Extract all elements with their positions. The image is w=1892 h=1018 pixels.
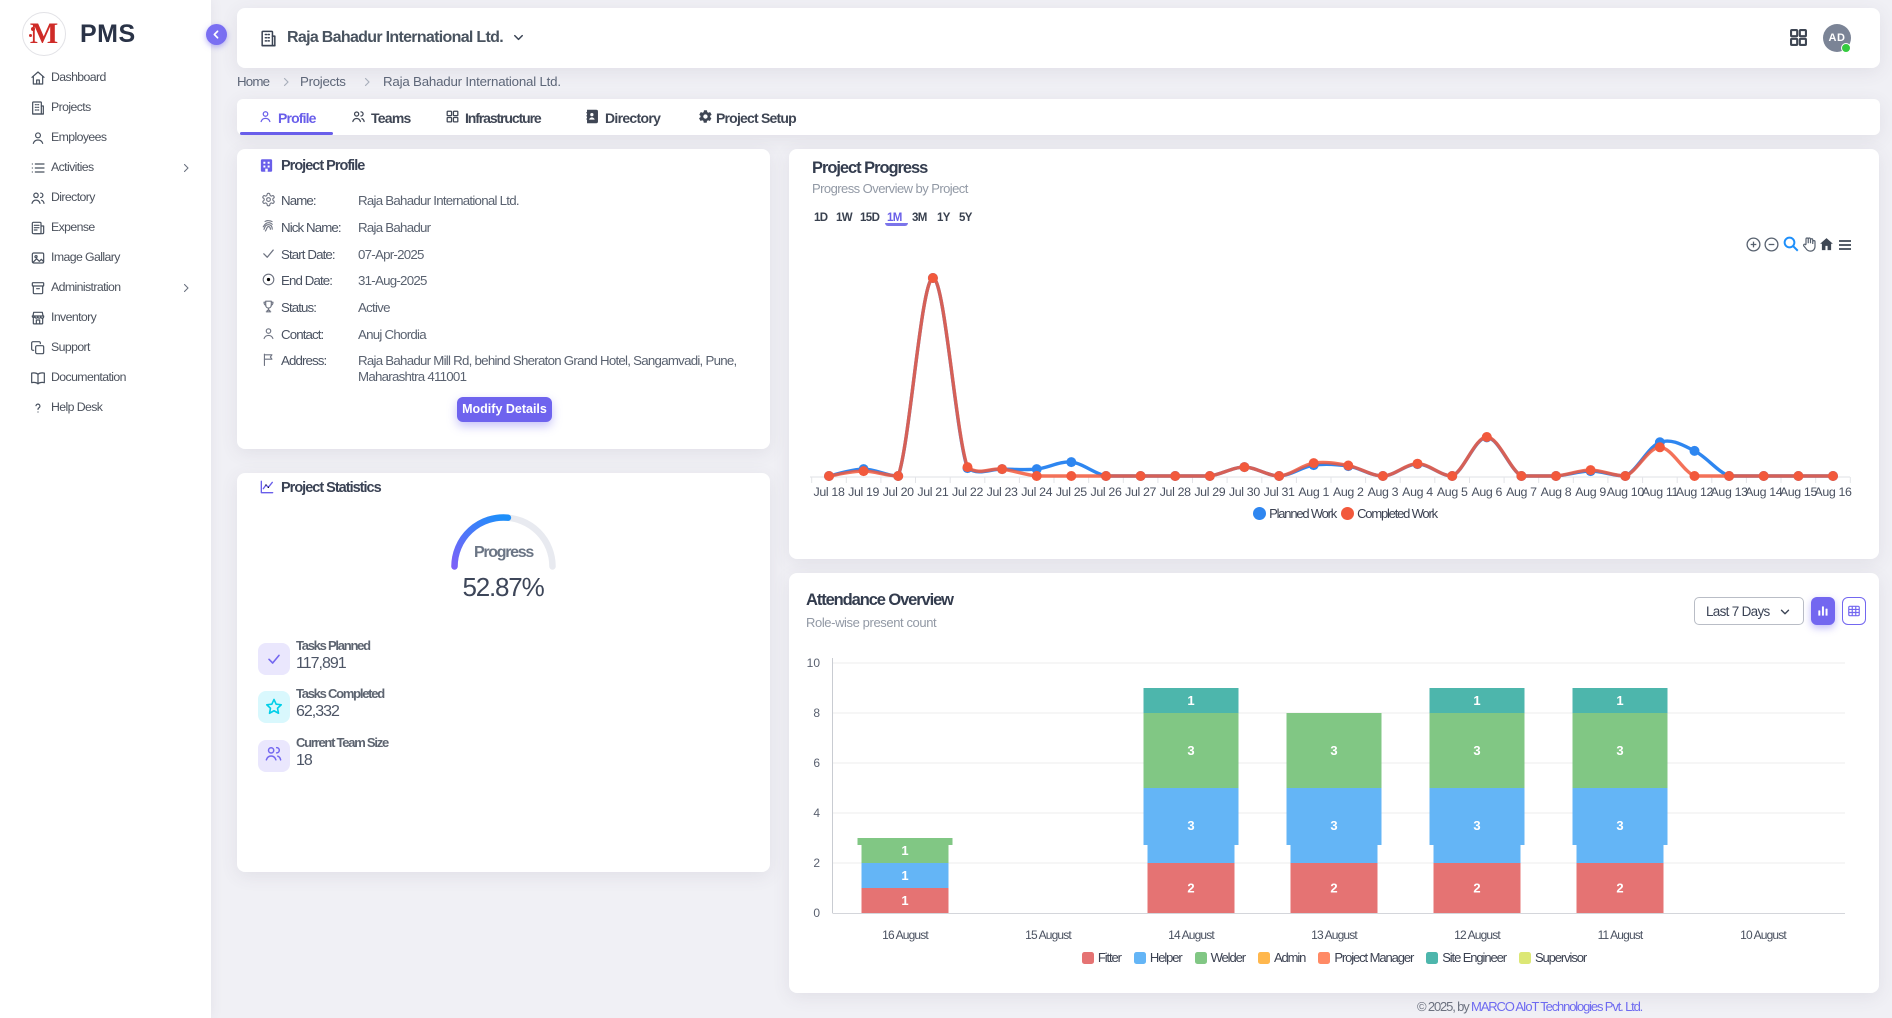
svg-text:3: 3 (1330, 818, 1337, 833)
svg-text:1: 1 (1187, 693, 1194, 708)
svg-text:2: 2 (1473, 881, 1480, 896)
svg-text:15 August: 15 August (1025, 928, 1072, 942)
svg-text:1: 1 (901, 893, 908, 908)
svg-text:2: 2 (1616, 881, 1623, 896)
svg-text:6: 6 (813, 756, 820, 770)
svg-text:3: 3 (1616, 743, 1623, 758)
svg-text:3: 3 (1330, 743, 1337, 758)
svg-text:14 August: 14 August (1168, 928, 1215, 942)
svg-text:0: 0 (813, 906, 820, 920)
svg-text:3: 3 (1473, 818, 1480, 833)
svg-text:10 August: 10 August (1740, 928, 1787, 942)
svg-text:11 August: 11 August (1598, 928, 1644, 942)
svg-text:3: 3 (1187, 818, 1194, 833)
svg-text:3: 3 (1616, 818, 1623, 833)
svg-text:3: 3 (1473, 743, 1480, 758)
svg-text:10: 10 (807, 656, 821, 670)
svg-text:12 August: 12 August (1454, 928, 1501, 942)
svg-text:3: 3 (1187, 743, 1194, 758)
svg-text:13 August: 13 August (1311, 928, 1358, 942)
svg-text:16 August: 16 August (882, 928, 929, 942)
svg-text:1: 1 (1616, 693, 1623, 708)
svg-text:2: 2 (813, 856, 820, 870)
svg-text:1: 1 (901, 843, 908, 858)
svg-text:1: 1 (1473, 693, 1480, 708)
svg-text:2: 2 (1187, 881, 1194, 896)
svg-text:1: 1 (901, 868, 908, 883)
svg-text:4: 4 (813, 806, 820, 820)
svg-text:8: 8 (813, 706, 820, 720)
svg-text:2: 2 (1330, 881, 1337, 896)
